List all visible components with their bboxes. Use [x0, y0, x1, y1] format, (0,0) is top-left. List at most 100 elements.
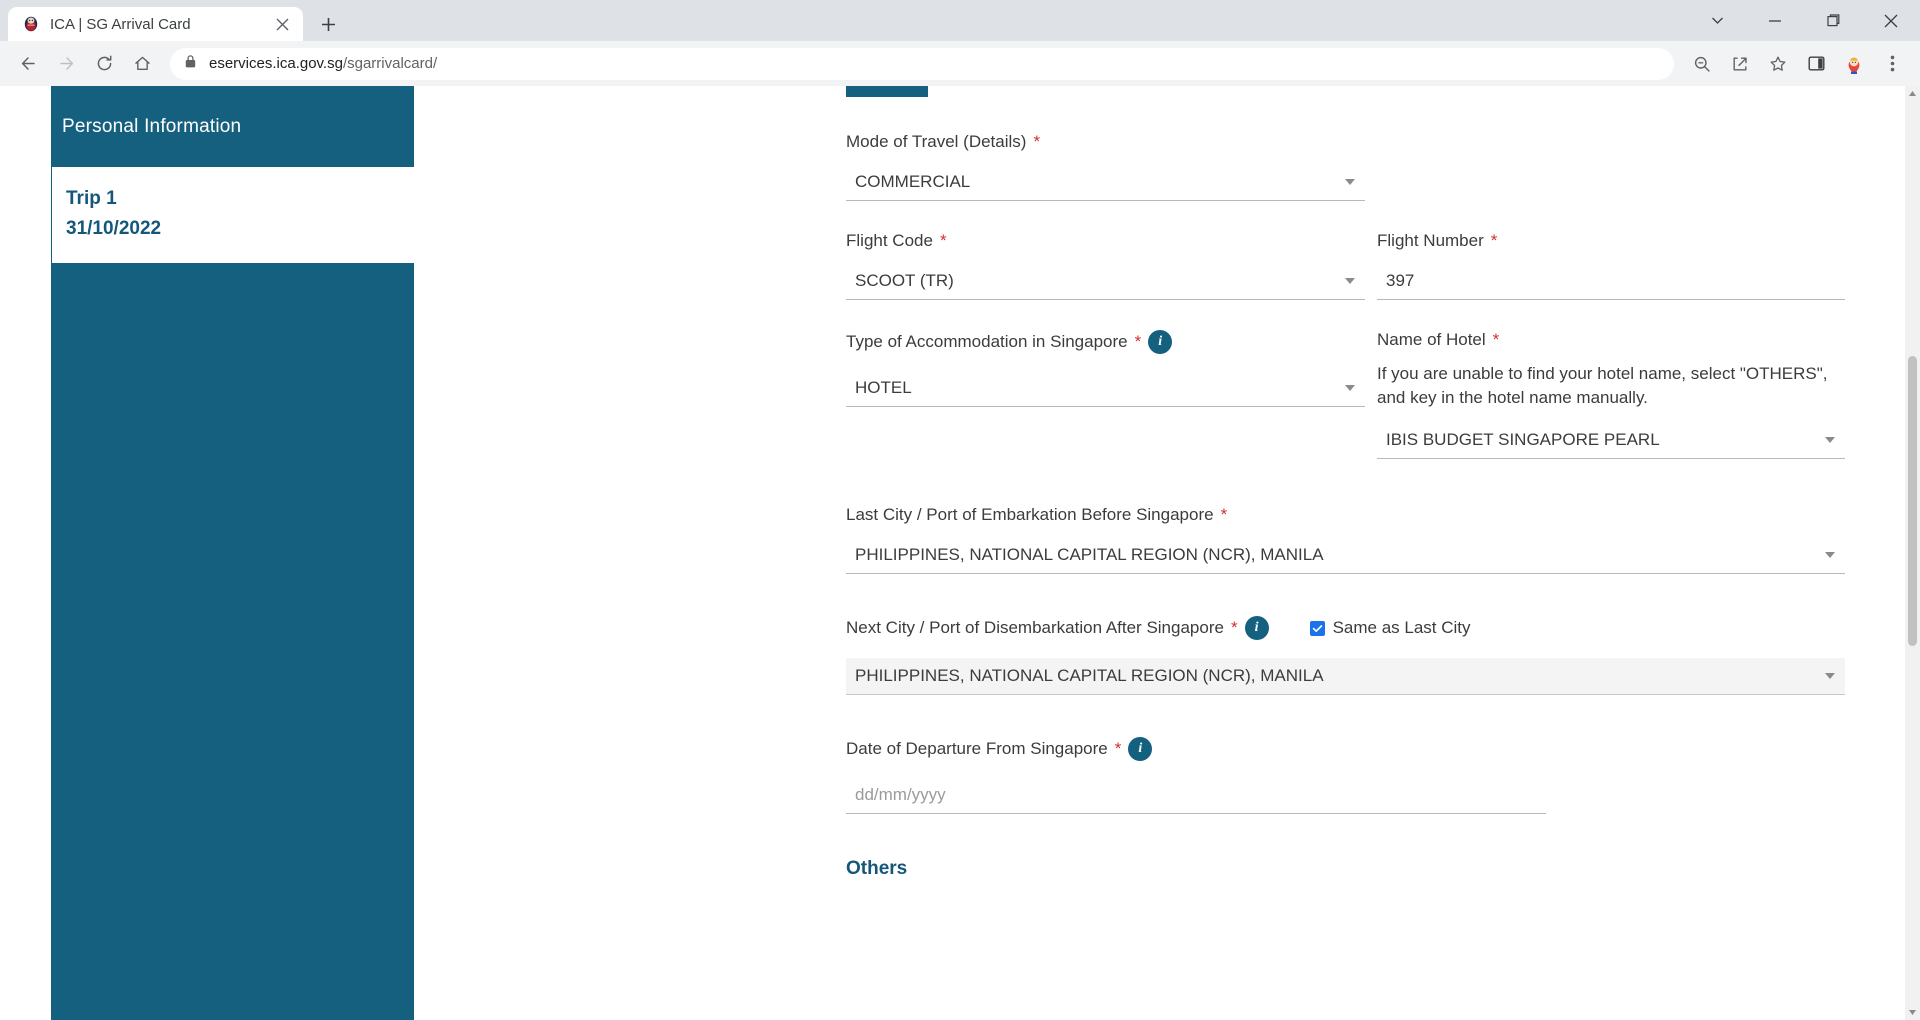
share-icon[interactable] — [1722, 46, 1758, 82]
scroll-down-arrow-icon[interactable] — [1905, 1005, 1920, 1020]
scrollbar-thumb[interactable] — [1908, 356, 1917, 646]
flight-number-label: Flight Number * — [1377, 231, 1845, 251]
restore-icon[interactable] — [1804, 0, 1862, 41]
last-city-select[interactable]: PHILIPPINES, NATIONAL CAPITAL REGION (NC… — [846, 537, 1845, 575]
browser-tab[interactable]: ICA | SG Arrival Card — [8, 7, 303, 41]
form-sidebar: Personal Information Trip 1 31/10/2022 — [51, 86, 414, 1020]
mode-of-travel-group: Mode of Travel (Details) * COMMERCIAL — [846, 132, 1845, 201]
page-scrollbar[interactable] — [1905, 86, 1920, 1020]
flight-number-value: 397 — [1386, 271, 1415, 290]
departure-date-group: Date of Departure From Singapore * i dd/… — [846, 737, 1845, 815]
last-city-label: Last City / Port of Embarkation Before S… — [846, 505, 1845, 525]
next-city-label: Next City / Port of Disembarkation After… — [846, 616, 1845, 641]
toolbar-actions — [1684, 46, 1910, 82]
flight-code-select[interactable]: SCOOT (TR) — [846, 263, 1365, 300]
info-icon[interactable]: i — [1148, 330, 1173, 354]
check-icon — [1312, 624, 1322, 632]
mode-of-travel-value: COMMERCIAL — [855, 172, 971, 191]
same-as-last-city-checkbox[interactable] — [1309, 620, 1325, 636]
required-marker: * — [1114, 739, 1122, 759]
required-marker: * — [1492, 330, 1500, 349]
hotel-name-select[interactable]: IBIS BUDGET SINGAPORE PEARL — [1377, 422, 1845, 460]
sidebar-item-trip-1[interactable]: Trip 1 31/10/2022 — [52, 167, 414, 263]
section-tab-indicator[interactable] — [846, 86, 928, 97]
required-marker: * — [939, 231, 947, 250]
flight-row: Flight Code * SCOOT (TR) Flight Number *… — [846, 231, 1845, 300]
address-bar[interactable]: eservices.ica.gov.sg/sgarrivalcard/ — [170, 47, 1674, 80]
required-marker: * — [1033, 132, 1041, 151]
flight-code-value: SCOOT (TR) — [855, 271, 954, 290]
chevron-down-icon — [1825, 437, 1835, 444]
hotel-name-value: IBIS BUDGET SINGAPORE PEARL — [1386, 430, 1660, 450]
accommodation-row: Type of Accommodation in Singapore * i H… — [846, 330, 1845, 460]
hotel-name-help-text: If you are unable to find your hotel nam… — [1377, 364, 1828, 408]
departure-date-input[interactable]: dd/mm/yyyy — [846, 777, 1546, 815]
form-content: Mode of Travel (Details) * COMMERCIAL Fl — [414, 86, 1905, 1020]
flight-number-input[interactable]: 397 — [1377, 263, 1845, 300]
trip-details-form: Mode of Travel (Details) * COMMERCIAL Fl — [432, 97, 1905, 880]
chevron-down-icon — [1345, 385, 1355, 391]
accommodation-type-group: Type of Accommodation in Singapore * i H… — [846, 330, 1365, 459]
sg-arrival-card-form-page: Personal Information Trip 1 31/10/2022 M… — [0, 86, 1920, 1020]
required-marker: * — [1490, 231, 1498, 250]
ica-lion-favicon — [22, 15, 40, 33]
back-arrow-icon[interactable] — [10, 46, 46, 82]
accommodation-type-select[interactable]: HOTEL — [846, 370, 1365, 407]
flight-code-label-text: Flight Code — [846, 231, 933, 250]
required-marker: * — [1134, 332, 1142, 351]
flight-number-label-text: Flight Number — [1377, 231, 1484, 250]
chevron-down-icon — [1345, 278, 1355, 284]
next-city-label-text: Next City / Port of Disembarkation After… — [846, 618, 1224, 638]
profile-avatar-icon[interactable] — [1836, 46, 1872, 82]
same-as-last-city-label: Same as Last City — [1332, 618, 1471, 638]
forward-arrow-icon[interactable] — [48, 46, 84, 82]
side-panel-icon[interactable] — [1798, 46, 1834, 82]
tab-title: ICA | SG Arrival Card — [50, 15, 191, 33]
trip-title: Trip 1 — [66, 188, 117, 209]
departure-date-placeholder: dd/mm/yyyy — [855, 785, 946, 805]
mode-of-travel-label-text: Mode of Travel (Details) — [846, 132, 1027, 151]
sidebar-heading: Personal Information — [62, 116, 242, 137]
tab-strip: ICA | SG Arrival Card — [0, 0, 1920, 41]
hotel-name-label-text: Name of Hotel — [1377, 330, 1486, 349]
next-city-group: Next City / Port of Disembarkation After… — [846, 616, 1845, 696]
window-controls — [1688, 0, 1920, 41]
accommodation-type-label: Type of Accommodation in Singapore * i — [846, 330, 1365, 354]
page-viewport: Personal Information Trip 1 31/10/2022 M… — [0, 86, 1920, 1020]
same-as-last-city-checkbox-row[interactable]: Same as Last City — [1309, 618, 1471, 638]
close-icon[interactable] — [271, 13, 293, 35]
scroll-up-arrow-icon[interactable] — [1905, 86, 1920, 101]
accommodation-type-value: HOTEL — [855, 378, 912, 397]
chevron-down-icon — [1345, 179, 1355, 185]
browser-window: ICA | SG Arrival Card eservices.ica.gov.… — [0, 0, 1920, 1020]
three-dot-menu-icon[interactable] — [1874, 46, 1910, 82]
flight-code-group: Flight Code * SCOOT (TR) — [846, 231, 1365, 300]
info-icon[interactable]: i — [1244, 616, 1269, 641]
browser-toolbar: eservices.ica.gov.sg/sgarrivalcard/ — [0, 41, 1920, 86]
next-city-value: PHILIPPINES, NATIONAL CAPITAL REGION (NC… — [855, 666, 1324, 686]
last-city-label-text: Last City / Port of Embarkation Before S… — [846, 505, 1214, 525]
reload-icon[interactable] — [86, 46, 122, 82]
url-path: /sgarrivalcard/ — [342, 55, 438, 72]
chevron-down-icon[interactable] — [1688, 0, 1746, 41]
required-marker: * — [1220, 505, 1228, 525]
departure-date-label: Date of Departure From Singapore * i — [846, 737, 1845, 762]
window-close-icon[interactable] — [1862, 0, 1920, 41]
minimize-icon[interactable] — [1746, 0, 1804, 41]
others-section-heading: Others — [846, 858, 908, 880]
flight-code-label: Flight Code * — [846, 231, 1365, 251]
zoom-out-icon[interactable] — [1684, 46, 1720, 82]
info-icon[interactable]: i — [1128, 737, 1153, 762]
new-tab-button[interactable] — [311, 7, 345, 41]
flight-number-group: Flight Number * 397 — [1377, 231, 1845, 300]
mode-of-travel-select[interactable]: COMMERCIAL — [846, 164, 1365, 201]
trip-date: 31/10/2022 — [66, 218, 162, 239]
departure-date-label-text: Date of Departure From Singapore — [846, 739, 1108, 759]
column-gap — [1365, 231, 1377, 300]
accommodation-type-label-text: Type of Accommodation in Singapore — [846, 332, 1128, 351]
next-city-select[interactable]: PHILIPPINES, NATIONAL CAPITAL REGION (NC… — [846, 658, 1845, 696]
mode-of-travel-label: Mode of Travel (Details) * — [846, 132, 1845, 152]
hotel-name-label: Name of Hotel * — [1377, 330, 1845, 350]
star-icon[interactable] — [1760, 46, 1796, 82]
home-icon[interactable] — [124, 46, 160, 82]
